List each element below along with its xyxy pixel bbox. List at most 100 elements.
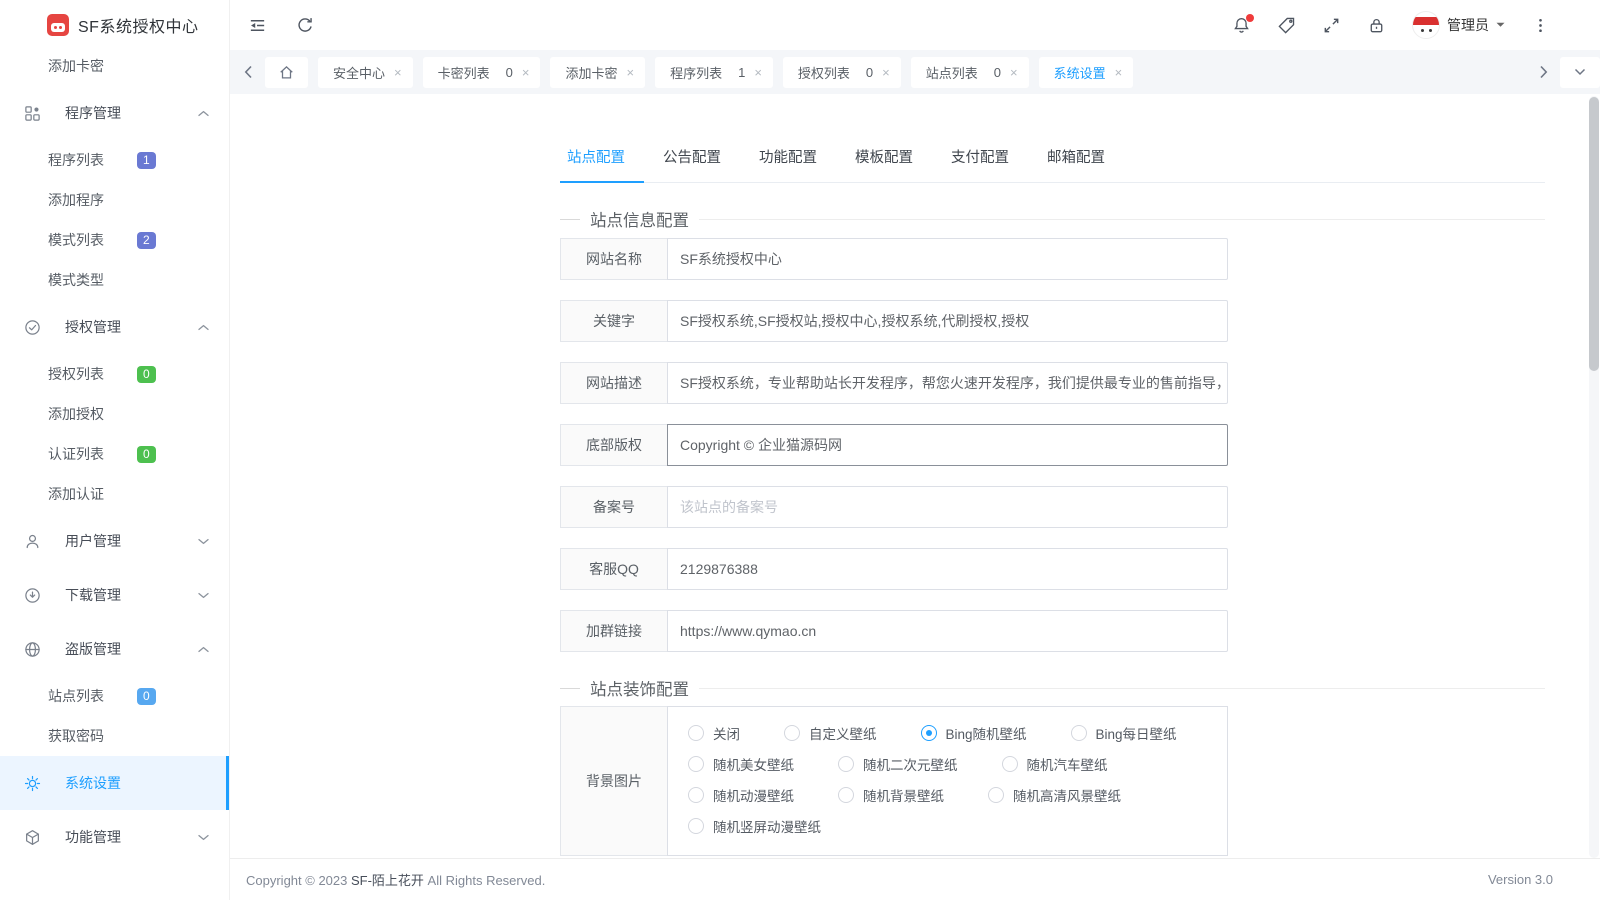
sidebar-item-feature-management[interactable]: 功能管理 <box>0 810 229 864</box>
config-tab-feature-config[interactable]: 功能配置 <box>740 148 836 182</box>
cube-icon <box>24 829 41 846</box>
radio-bg-random-beauty[interactable]: 随机美女壁纸 <box>688 754 794 774</box>
tab-add-card[interactable]: 添加卡密 × <box>550 57 645 88</box>
sidebar-item-get-password[interactable]: 获取密码 <box>0 716 229 756</box>
sidebar-item-add-auth[interactable]: 添加授权 <box>0 394 229 434</box>
sidebar-item-system-settings[interactable]: 系统设置 <box>0 756 229 810</box>
page-footer: Copyright © 2023 SF-陌上花开 All Rights Rese… <box>230 858 1600 900</box>
user-avatar <box>1412 11 1440 39</box>
logo-row[interactable]: SF系统授权中心 <box>0 0 229 50</box>
field-label: 客服QQ <box>560 548 668 590</box>
sidebar-item-cert-list[interactable]: 认证列表 0 <box>0 434 229 474</box>
chevron-down-icon <box>198 834 209 841</box>
fullscreen-icon[interactable] <box>1322 16 1341 35</box>
radio-icon <box>838 787 854 803</box>
tabs-right-controls <box>1539 57 1600 88</box>
close-tab-icon[interactable]: × <box>522 66 530 79</box>
radio-icon <box>1002 756 1018 772</box>
sidebar-item-site-list[interactable]: 站点列表 0 <box>0 676 229 716</box>
site-name-input[interactable]: SF系统授权中心 <box>667 238 1228 280</box>
tab-security-center[interactable]: 安全中心 × <box>318 57 413 88</box>
sidebar-item-download-management[interactable]: 下载管理 <box>0 568 229 622</box>
config-tab-announcement-config[interactable]: 公告配置 <box>644 148 740 182</box>
radio-icon <box>688 787 704 803</box>
close-tab-icon[interactable]: × <box>1010 66 1018 79</box>
sidebar-item-auth-list[interactable]: 授权列表 0 <box>0 354 229 394</box>
collapse-sidebar-icon[interactable] <box>248 16 267 35</box>
tab-home[interactable] <box>265 57 308 88</box>
footer-copyright-input[interactable]: Copyright © 企业猫源码网 <box>667 424 1228 466</box>
tab-card-list[interactable]: 卡密列表 0× <box>423 57 541 88</box>
header-right: 管理员 <box>1232 11 1600 39</box>
header-left <box>230 16 314 35</box>
site-info-form: 网站名称 SF系统授权中心 关键字 SF授权系统,SF授权站,授权中心,授权系统… <box>230 238 1600 652</box>
config-tab-payment-config[interactable]: 支付配置 <box>932 148 1028 182</box>
config-tab-template-config[interactable]: 模板配置 <box>836 148 932 182</box>
main-content: 站点配置公告配置功能配置模板配置支付配置邮箱配置 站点信息配置 网站名称 SF系… <box>230 94 1600 858</box>
close-tab-icon[interactable]: × <box>394 66 402 79</box>
radio-icon <box>1071 725 1087 741</box>
scrollbar-thumb[interactable] <box>1589 97 1599 371</box>
sidebar-item-auth-management[interactable]: 授权管理 <box>0 300 229 354</box>
count-badge: 1 <box>137 152 156 169</box>
tabs-scroll-right-icon[interactable] <box>1539 65 1548 79</box>
radio-bg-random-anime[interactable]: 随机动漫壁纸 <box>688 785 794 805</box>
config-tab-site-config[interactable]: 站点配置 <box>560 148 644 183</box>
field-label: 加群链接 <box>560 610 668 652</box>
bg-image-label: 背景图片 <box>560 706 668 856</box>
brand-name: SF-陌上花开 <box>351 873 424 888</box>
radio-bg-bing-random[interactable]: Bing随机壁纸 <box>921 723 1027 743</box>
sidebar-item-piracy-management[interactable]: 盗版管理 <box>0 622 229 676</box>
user-menu[interactable]: 管理员 <box>1412 11 1505 39</box>
tabs-scroll-left-icon[interactable] <box>244 65 253 79</box>
vertical-scrollbar[interactable] <box>1589 96 1599 858</box>
tab-program-list[interactable]: 程序列表 1× <box>655 57 773 88</box>
field-label: 网站名称 <box>560 238 668 280</box>
radio-bg-custom[interactable]: 自定义壁纸 <box>784 723 877 743</box>
close-tab-icon[interactable]: × <box>754 66 762 79</box>
config-tab-email-config[interactable]: 邮箱配置 <box>1028 148 1124 182</box>
keywords-input[interactable]: SF授权系统,SF授权站,授权中心,授权系统,代刷授权,授权 <box>667 300 1228 342</box>
caret-down-icon <box>1496 22 1505 28</box>
tag-icon[interactable] <box>1277 16 1296 35</box>
more-options-icon[interactable] <box>1531 16 1550 35</box>
radio-bg-off[interactable]: 关闭 <box>688 723 740 743</box>
sidebar-item-user-management[interactable]: 用户管理 <box>0 514 229 568</box>
download-icon <box>24 587 41 604</box>
radio-bg-random-acg[interactable]: 随机二次元壁纸 <box>838 754 958 774</box>
top-header: 管理员 <box>230 0 1600 50</box>
tab-system-settings[interactable]: 系统设置 × <box>1039 57 1134 88</box>
sidebar-item-program-list[interactable]: 程序列表 1 <box>0 140 229 180</box>
field-label: 关键字 <box>560 300 668 342</box>
sidebar-item-add-card-key[interactable]: 添加卡密 <box>0 46 229 86</box>
close-tab-icon[interactable]: × <box>626 66 634 79</box>
tab-site-list[interactable]: 站点列表 0× <box>911 57 1029 88</box>
radio-bg-random-background[interactable]: 随机背景壁纸 <box>838 785 944 805</box>
form-row-keywords: 关键字 SF授权系统,SF授权站,授权中心,授权系统,代刷授权,授权 <box>560 300 1228 342</box>
notifications-bell-icon[interactable] <box>1232 16 1251 35</box>
radio-icon <box>784 725 800 741</box>
close-tab-icon[interactable]: × <box>1115 66 1123 79</box>
radio-bg-random-portrait-anime[interactable]: 随机竖屏动漫壁纸 <box>688 816 821 836</box>
tab-auth-list[interactable]: 授权列表 0× <box>783 57 901 88</box>
close-tab-icon[interactable]: × <box>882 66 890 79</box>
group-link-input[interactable]: https://www.qymao.cn <box>667 610 1228 652</box>
bg-image-row: 背景图片 关闭 自定义壁纸 Bing随机壁纸 Bing每日壁纸 随机美女壁纸 随… <box>560 706 1228 856</box>
sidebar-item-mode-type[interactable]: 模式类型 <box>0 260 229 300</box>
sidebar-item-program-management[interactable]: 程序管理 <box>0 86 229 140</box>
radio-row: 随机动漫壁纸 随机背景壁纸 随机高清风景壁纸 <box>688 779 1207 810</box>
lock-screen-icon[interactable] <box>1367 16 1386 35</box>
sidebar-item-mode-list[interactable]: 模式列表 2 <box>0 220 229 260</box>
refresh-icon[interactable] <box>295 16 314 35</box>
icp-number-input[interactable]: 该站点的备案号 <box>667 486 1228 528</box>
radio-bg-random-scenery[interactable]: 随机高清风景壁纸 <box>988 785 1121 805</box>
service-qq-input[interactable]: 2129876388 <box>667 548 1228 590</box>
radio-bg-random-car[interactable]: 随机汽车壁纸 <box>1002 754 1108 774</box>
sidebar-item-add-program[interactable]: 添加程序 <box>0 180 229 220</box>
chevron-up-icon <box>198 324 209 331</box>
tabs-dropdown-button[interactable] <box>1560 57 1600 88</box>
radio-bg-bing-daily[interactable]: Bing每日壁纸 <box>1071 723 1177 743</box>
app-root: SF系统授权中心 添加卡密 程序管理 程序列表 1 添加程序 模式列表 2 模式… <box>0 0 1600 900</box>
site-description-input[interactable]: SF授权系统，专业帮助站长开发程序，帮您火速开发程序，我们提供最专业的售前指导，… <box>667 362 1228 404</box>
sidebar-item-add-cert[interactable]: 添加认证 <box>0 474 229 514</box>
